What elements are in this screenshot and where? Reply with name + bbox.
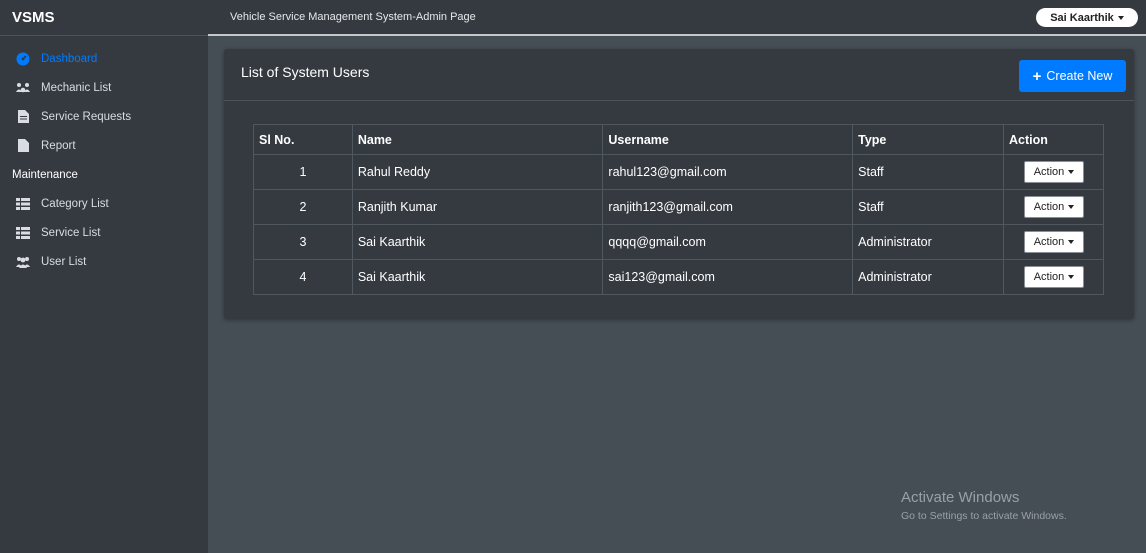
sidebar-item-service-list[interactable]: Service List xyxy=(0,218,208,247)
dashboard-icon xyxy=(14,52,32,66)
sidebar-item-label: Service List xyxy=(41,226,101,239)
table-row: 3 Sai Kaarthik qqqq@gmail.com Administra… xyxy=(253,224,1105,260)
sidebar-item-mechanic-list[interactable]: Mechanic List xyxy=(0,73,208,102)
sidebar-section-header: Maintenance xyxy=(12,168,78,181)
column-header-name: Name xyxy=(351,124,604,155)
watermark-subtitle: Go to Settings to activate Windows. xyxy=(901,510,1067,522)
sidebar-item-report[interactable]: Report xyxy=(0,131,208,160)
action-dropdown-button[interactable]: Action xyxy=(1023,266,1084,288)
file-icon xyxy=(14,139,32,153)
column-header-type: Type xyxy=(852,124,1004,155)
cell-sl: 2 xyxy=(253,189,353,225)
users-card: List of System Users + Create New Sl No.… xyxy=(224,49,1134,319)
cell-type: Administrator xyxy=(852,259,1004,295)
windows-activation-watermark: Activate Windows Go to Settings to activ… xyxy=(901,489,1067,522)
sidebar-item-user-list[interactable]: User List xyxy=(0,247,208,276)
users-table: Sl No. Name Username Type Action 1 Rahul… xyxy=(253,124,1105,295)
caret-down-icon xyxy=(1117,15,1124,20)
card-header: List of System Users + Create New xyxy=(224,49,1134,101)
sidebar-item-label: Report xyxy=(41,139,76,152)
caret-down-icon xyxy=(1068,275,1075,279)
sidebar-item-dashboard[interactable]: Dashboard xyxy=(0,44,208,73)
brand-logo[interactable]: VSMS xyxy=(0,0,208,36)
divider xyxy=(208,34,1146,36)
sidebar-item-category-list[interactable]: Category List xyxy=(0,189,208,218)
cell-action: Action xyxy=(1002,189,1105,225)
sidebar-item-service-requests[interactable]: Service Requests xyxy=(0,102,208,131)
sidebar-item-label: User List xyxy=(41,255,87,268)
cell-username: qqqq@gmail.com xyxy=(602,224,854,260)
cell-username: sai123@gmail.com xyxy=(602,259,854,295)
sidebar-item-label: Mechanic List xyxy=(41,81,112,94)
sidebar-item-label: Dashboard xyxy=(41,52,98,65)
action-dropdown-button[interactable]: Action xyxy=(1023,161,1084,183)
table-list-icon xyxy=(14,197,32,211)
table-row: 1 Rahul Reddy rahul123@gmail.com Staff A… xyxy=(253,154,1105,190)
sidebar-item-label: Service Requests xyxy=(41,110,132,123)
action-label: Action xyxy=(1033,166,1065,178)
top-navbar: Vehicle Service Management System-Admin … xyxy=(208,0,1146,36)
page-title: Vehicle Service Management System-Admin … xyxy=(230,11,476,23)
cell-name: Sai Kaarthik xyxy=(351,224,604,260)
cell-name: Ranjith Kumar xyxy=(351,189,604,225)
user-name: Sai Kaarthik xyxy=(1050,11,1114,24)
create-new-button[interactable]: + Create New xyxy=(1019,60,1126,92)
action-label: Action xyxy=(1033,271,1065,283)
sidebar-nav: Dashboard Mechanic List Service Requests… xyxy=(0,36,208,276)
cell-action: Action xyxy=(1002,224,1105,260)
sidebar: VSMS Dashboard Mechanic List Service Req… xyxy=(0,0,208,553)
users-icon xyxy=(14,255,32,269)
user-menu-button[interactable]: Sai Kaarthik xyxy=(1036,8,1138,27)
action-dropdown-button[interactable]: Action xyxy=(1023,231,1084,253)
cell-action: Action xyxy=(1002,259,1105,295)
table-row: 2 Ranjith Kumar ranjith123@gmail.com Sta… xyxy=(253,189,1105,225)
cell-type: Staff xyxy=(852,189,1004,225)
caret-down-icon xyxy=(1068,240,1075,244)
table-header-row: Sl No. Name Username Type Action xyxy=(253,124,1105,155)
cell-name: Rahul Reddy xyxy=(351,154,604,190)
cell-sl: 1 xyxy=(253,154,353,190)
cell-type: Staff xyxy=(852,154,1004,190)
sidebar-item-label: Category List xyxy=(41,197,109,210)
caret-down-icon xyxy=(1068,170,1075,174)
action-label: Action xyxy=(1033,201,1065,213)
create-new-label: Create New xyxy=(1046,69,1113,83)
cell-sl: 4 xyxy=(253,259,353,295)
plus-icon: + xyxy=(1032,67,1042,85)
table-row: 4 Sai Kaarthik sai123@gmail.com Administ… xyxy=(253,259,1105,295)
caret-down-icon xyxy=(1068,205,1075,209)
cell-action: Action xyxy=(1002,154,1105,190)
users-gear-icon xyxy=(14,81,32,95)
column-header-action: Action xyxy=(1002,124,1105,155)
action-label: Action xyxy=(1033,236,1065,248)
watermark-title: Activate Windows xyxy=(901,489,1020,506)
file-list-icon xyxy=(14,110,32,124)
cell-username: rahul123@gmail.com xyxy=(602,154,854,190)
card-title: List of System Users xyxy=(241,64,370,80)
cell-sl: 3 xyxy=(253,224,353,260)
cell-name: Sai Kaarthik xyxy=(351,259,604,295)
column-header-username: Username xyxy=(602,124,854,155)
action-dropdown-button[interactable]: Action xyxy=(1023,196,1084,218)
cell-type: Administrator xyxy=(852,224,1004,260)
table-list-icon xyxy=(14,226,32,240)
column-header-sl: Sl No. xyxy=(253,124,353,155)
cell-username: ranjith123@gmail.com xyxy=(602,189,854,225)
